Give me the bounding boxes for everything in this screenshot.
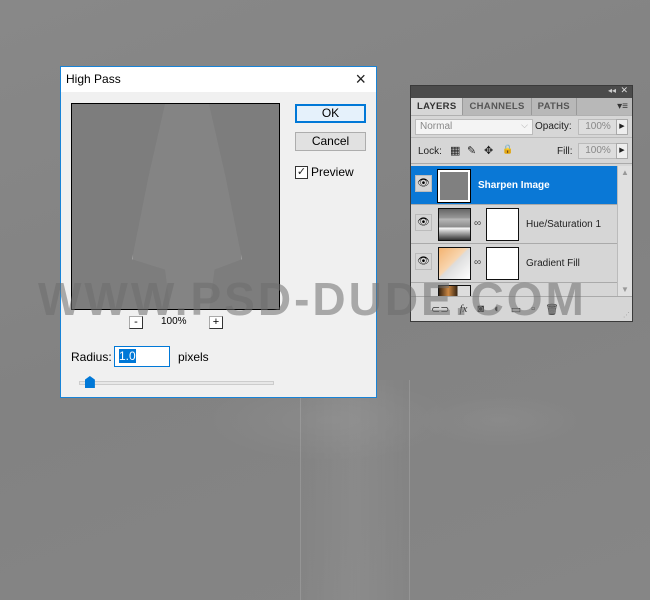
layer-thumbnail — [438, 285, 471, 296]
radius-value: 1.0 — [119, 349, 136, 363]
collapse-icon[interactable]: ◂◂ — [608, 86, 616, 95]
zoom-in-button[interactable]: + — [209, 316, 223, 329]
tab-channels[interactable]: CHANNELS — [463, 98, 532, 115]
tab-paths[interactable]: PATHS — [532, 98, 577, 115]
layer-row[interactable]: 👁 ∞ Hue/Saturation 1 — [411, 205, 617, 244]
resize-grip-icon[interactable]: ⋰ — [623, 311, 630, 319]
canvas-figure — [300, 380, 410, 600]
trash-icon[interactable]: 🗑 — [545, 303, 559, 316]
layer-name: Gradient Fill — [526, 258, 580, 269]
ok-button[interactable]: OK — [295, 104, 366, 123]
dialog-titlebar[interactable]: High Pass × — [61, 67, 376, 92]
layer-name: Hue/Saturation 1 — [526, 219, 602, 230]
chevron-down-icon: ⌵ — [521, 120, 528, 130]
close-icon[interactable]: × — [355, 69, 366, 90]
adjustment-thumbnail — [438, 208, 471, 241]
chain-icon[interactable]: ∞ — [474, 257, 481, 268]
lock-all-icon[interactable]: 🔒 — [502, 144, 513, 155]
preview-checkbox[interactable]: ✓ Preview — [295, 165, 354, 179]
cancel-button[interactable]: Cancel — [295, 132, 366, 151]
gradient-thumbnail — [438, 247, 471, 280]
panel-menu-icon[interactable]: ▾≡ — [617, 101, 628, 112]
opacity-label: Opacity: — [535, 121, 572, 132]
blend-mode-value: Normal — [420, 121, 453, 132]
layer-row[interactable]: 👁 ∞ Gradient Fill — [411, 244, 617, 283]
eye-icon[interactable]: 👁 — [415, 253, 432, 270]
close-icon[interactable]: ✕ — [620, 85, 628, 96]
high-pass-dialog: High Pass × - 100% + OK Cancel ✓ Preview… — [60, 66, 377, 398]
adjustment-layer-icon[interactable]: ◐ — [494, 303, 501, 315]
checkbox-icon[interactable]: ✓ — [295, 165, 308, 179]
preview-figure — [132, 104, 242, 309]
opacity-arrow-icon[interactable]: ▶ — [616, 119, 628, 135]
lock-label: Lock: — [418, 146, 442, 157]
layer-row-partial[interactable] — [411, 283, 617, 296]
lock-transparency-icon[interactable]: ▦ — [450, 144, 460, 157]
layer-row[interactable]: 👁 Sharpen Image — [411, 166, 617, 205]
preview-image[interactable] — [71, 103, 280, 310]
layer-thumbnail — [437, 169, 471, 203]
scroll-up-icon[interactable]: ▲ — [621, 168, 629, 177]
blend-row: Normal ⌵ Opacity: 100% ▶ — [411, 116, 632, 138]
blend-mode-select[interactable]: Normal ⌵ — [415, 119, 533, 135]
new-layer-icon[interactable]: ▫ — [531, 303, 535, 315]
eye-icon[interactable]: 👁 — [415, 214, 432, 231]
lock-brush-icon[interactable]: ✎ — [467, 144, 476, 157]
dialog-title: High Pass — [66, 72, 121, 86]
add-mask-icon[interactable]: ◙ — [477, 303, 484, 315]
panel-tabs: LAYERS CHANNELS PATHS ▾≡ — [411, 98, 632, 116]
chain-icon[interactable]: ∞ — [474, 218, 481, 229]
panel-header[interactable]: ◂◂ ✕ — [411, 85, 632, 98]
radius-slider-track[interactable] — [79, 381, 274, 385]
folder-icon[interactable]: ▭ — [511, 303, 521, 316]
lock-row: Lock: ▦ ✎ ✥ 🔒 Fill: 100% ▶ — [411, 138, 632, 164]
zoom-level: 100% — [161, 316, 187, 327]
radius-input[interactable]: 1.0 — [114, 346, 170, 367]
layer-name: Sharpen Image — [478, 180, 550, 191]
zoom-out-button[interactable]: - — [129, 316, 143, 329]
mask-thumbnail[interactable] — [486, 208, 519, 241]
tab-layers[interactable]: LAYERS — [411, 98, 464, 115]
fill-arrow-icon[interactable]: ▶ — [616, 143, 628, 159]
scroll-down-icon[interactable]: ▼ — [621, 285, 629, 294]
eye-icon[interactable]: 👁 — [415, 175, 432, 192]
fill-label: Fill: — [557, 146, 573, 157]
layers-panel: ◂◂ ✕ LAYERS CHANNELS PATHS ▾≡ Normal ⌵ O… — [410, 85, 633, 322]
lock-move-icon[interactable]: ✥ — [484, 144, 493, 157]
layers-list: 👁 Sharpen Image 👁 ∞ Hue/Saturation 1 👁 ∞… — [411, 166, 617, 296]
preview-label: Preview — [311, 165, 354, 179]
radius-unit: pixels — [178, 350, 209, 364]
layers-scrollbar[interactable]: ▲ ▼ — [617, 166, 632, 296]
radius-label: Radius: — [71, 350, 112, 364]
mask-thumbnail[interactable] — [486, 247, 519, 280]
fill-input[interactable]: 100% — [578, 143, 618, 159]
layers-footer: ⊂⊃ fx ◙ ◐ ▭ ▫ 🗑 ⋰ — [411, 296, 632, 321]
fx-icon[interactable]: fx — [459, 303, 467, 315]
radius-slider-thumb[interactable] — [84, 376, 95, 388]
opacity-input[interactable]: 100% — [578, 119, 618, 135]
link-layers-icon[interactable]: ⊂⊃ — [431, 303, 449, 316]
